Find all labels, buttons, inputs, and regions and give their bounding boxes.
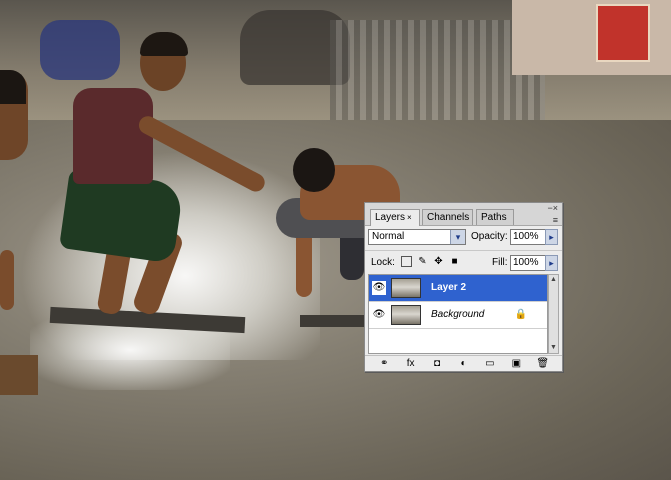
new-layer-icon[interactable]: ▣ (509, 358, 523, 370)
layer-thumbnail (391, 305, 421, 325)
fill-slider-arrow-icon[interactable]: ▸ (545, 255, 558, 271)
tab-channels[interactable]: Channels (422, 209, 473, 225)
person-left-arm (0, 250, 14, 310)
close-icon[interactable]: × (407, 213, 412, 222)
boy2-head (293, 148, 335, 192)
window-controls[interactable]: −× (547, 204, 558, 213)
shop-sign (596, 4, 650, 62)
layer-name: Background (431, 309, 485, 320)
lock-icons: ✎ ✥ ■ (401, 256, 460, 267)
opacity-label: Opacity: (471, 231, 508, 242)
opacity-input[interactable]: 100% (510, 229, 546, 245)
scroll-up-icon[interactable]: ▲ (549, 275, 558, 285)
layers-scrollbar[interactable]: ▲ ▼ (548, 274, 559, 354)
eye-icon[interactable]: 👁 (372, 281, 386, 295)
adjustment-icon[interactable]: ◐ (456, 358, 470, 370)
lock-transparency-icon[interactable] (401, 256, 412, 267)
blend-opacity-row: Normal ▾ Opacity: 100% ▸ (365, 227, 562, 249)
boy1-shirt (73, 88, 153, 184)
tab-layers[interactable]: Layers × (370, 209, 420, 226)
tab-layers-label: Layers (375, 212, 406, 223)
panel-titlebar[interactable]: Layers × Channels Paths −× ≡ (365, 203, 562, 226)
layer-row-background[interactable]: 👁 Background 🔒 (369, 302, 547, 329)
lock-icon: 🔒 (514, 309, 527, 320)
fill-input[interactable]: 100% (510, 255, 546, 271)
lock-fill-row: Lock: ✎ ✥ ■ Fill: 100% ▸ (365, 250, 562, 273)
surf-board-2 (300, 315, 365, 327)
layers-panel: Layers × Channels Paths −× ≡ Normal ▾ Opa… (364, 202, 563, 372)
person-left-hair (0, 70, 26, 104)
layer-thumbnail (391, 278, 421, 298)
eye-icon[interactable]: 👁 (372, 308, 386, 322)
fill-label: Fill: (492, 257, 508, 268)
panel-footer: ⚭ fx ◘ ◐ ▭ ▣ 🗑 (365, 355, 562, 371)
lock-image-icon[interactable]: ✎ (417, 256, 428, 267)
link-icon[interactable]: ⚭ (377, 358, 391, 370)
mask-icon[interactable]: ◘ (430, 358, 444, 370)
tab-paths-label: Paths (481, 212, 507, 223)
scroll-down-icon[interactable]: ▼ (549, 343, 558, 353)
blend-mode-value: Normal (372, 231, 405, 242)
wooden-board-left (0, 355, 38, 395)
blend-mode-select[interactable]: Normal ▾ (368, 229, 466, 245)
folder-icon[interactable]: ▭ (483, 358, 497, 370)
motorbike-left (40, 20, 120, 80)
fx-icon[interactable]: fx (404, 358, 418, 370)
tab-paths[interactable]: Paths (476, 209, 514, 225)
opacity-slider-arrow-icon[interactable]: ▸ (545, 229, 558, 245)
layers-list: 👁 Layer 2 👁 Background 🔒 (368, 274, 548, 354)
lock-all-icon[interactable]: ■ (449, 256, 460, 267)
chevron-down-icon[interactable]: ▾ (450, 230, 465, 244)
background-photo (0, 0, 671, 480)
lock-label: Lock: (371, 257, 395, 268)
trash-icon[interactable]: 🗑 (536, 358, 550, 370)
panel-menu-icon[interactable]: ≡ (553, 215, 558, 225)
layer-name: Layer 2 (431, 282, 467, 293)
lock-position-icon[interactable]: ✥ (433, 256, 444, 267)
layer-row-layer-2[interactable]: 👁 Layer 2 (369, 275, 547, 302)
tab-channels-label: Channels (427, 212, 470, 223)
